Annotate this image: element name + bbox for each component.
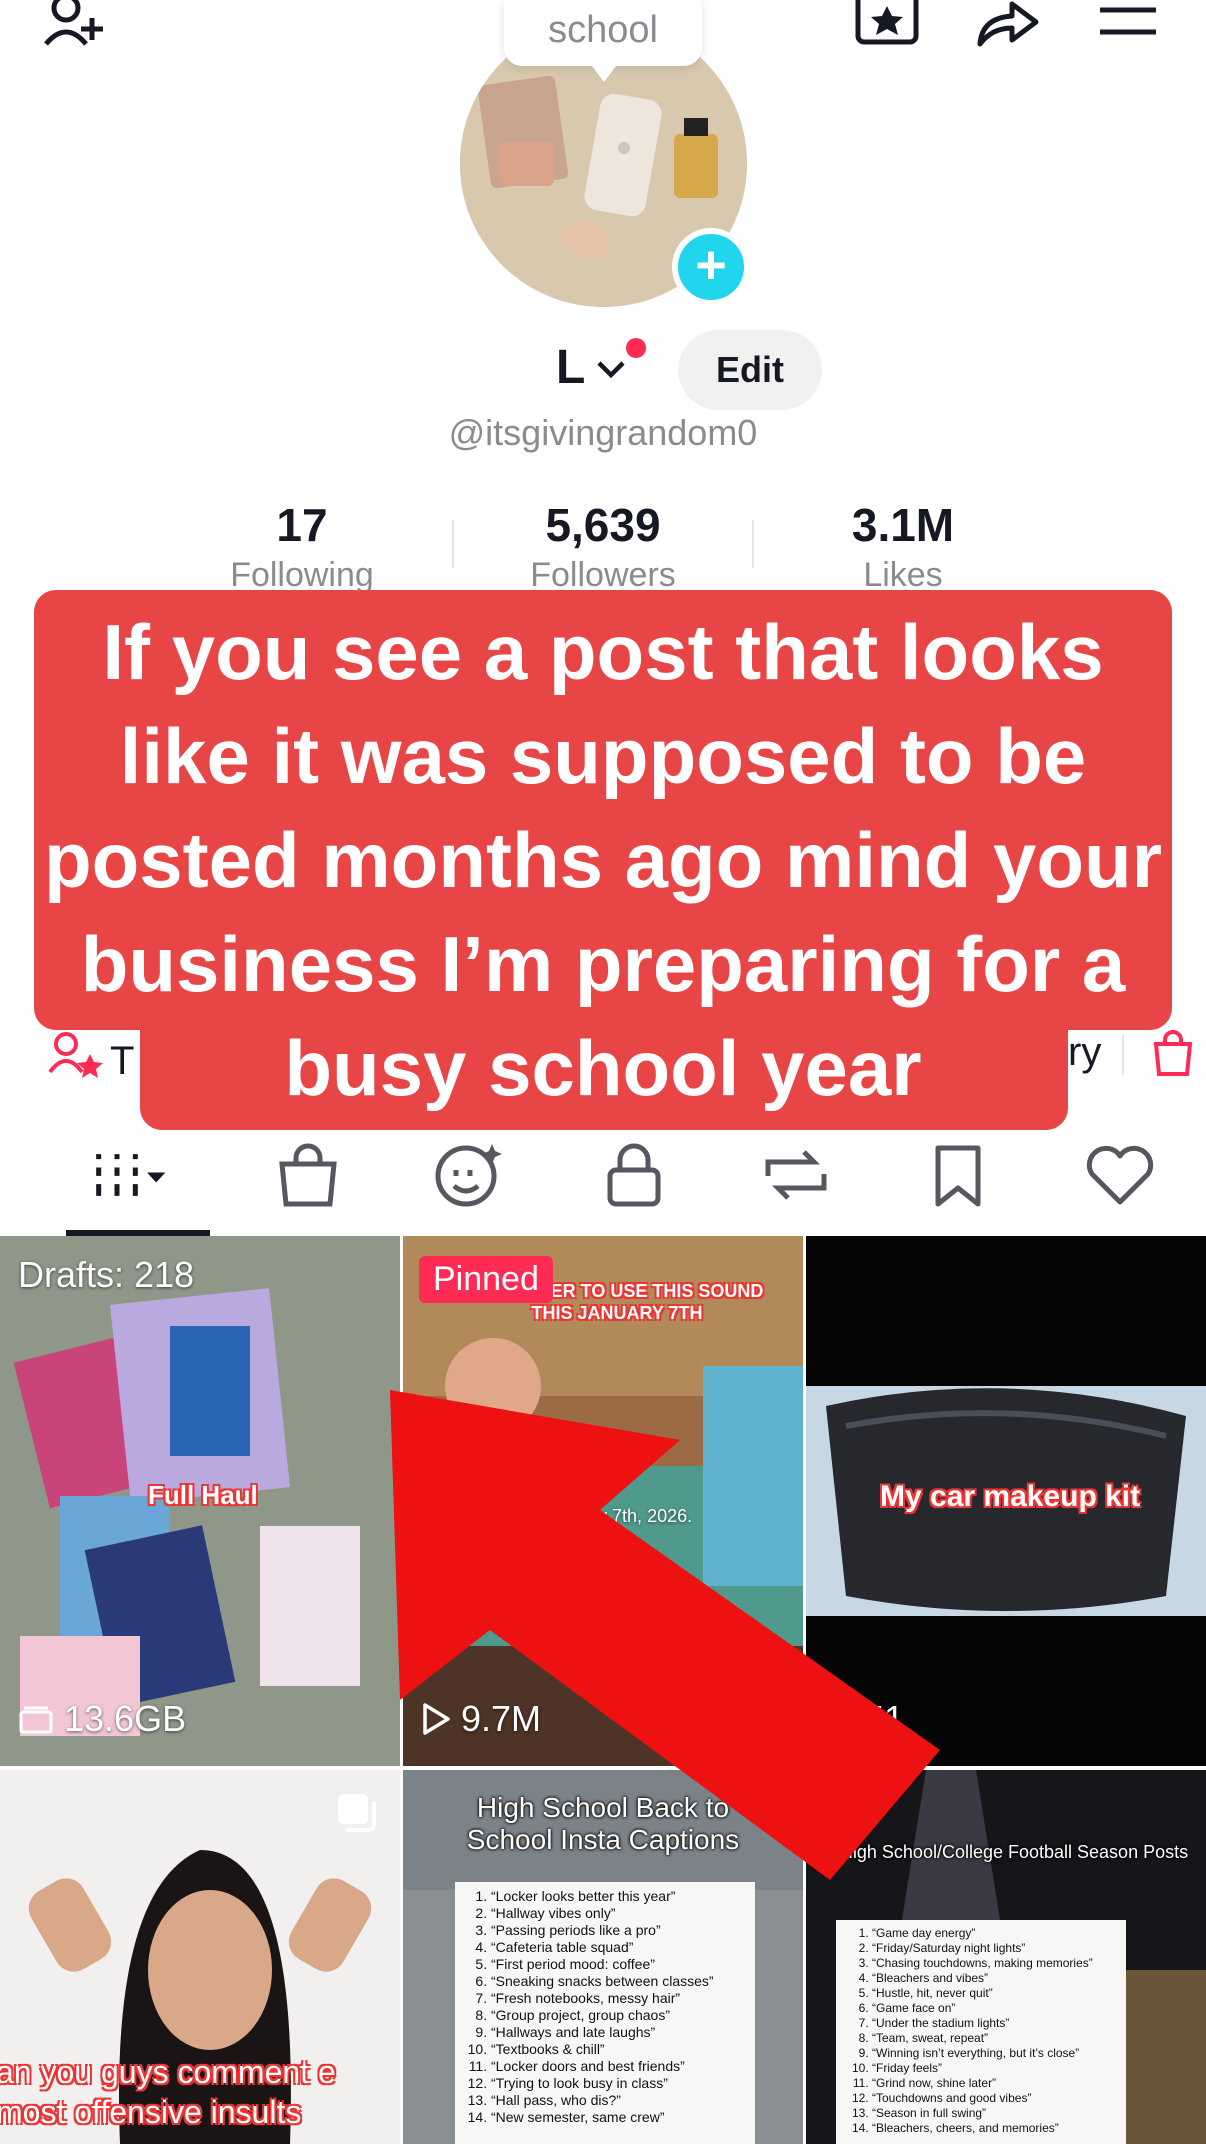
tile-count: 13.6GB [18, 1698, 186, 1740]
caption-list-item: “Group project, group chaos” [491, 2007, 745, 2024]
grid-icon [96, 1154, 166, 1196]
bookmark-icon [935, 1145, 981, 1207]
caption-list-item: “Sneaking snacks between classes” [491, 1973, 745, 1990]
caption-list-item: “Trying to look busy in class” [491, 2075, 745, 2092]
caption-list-item: “Locker doors and best friends” [491, 2058, 745, 2075]
menu-icon[interactable] [1094, 0, 1164, 50]
caption-list-item: “Hallway vibes only” [491, 1905, 745, 1922]
photo-tile-insults[interactable]: an you guys comment e most offensive ins… [0, 1770, 400, 2144]
collection-bubble[interactable]: school [504, 0, 702, 82]
stat-followers[interactable]: 5,639 Followers [453, 498, 753, 595]
username-handle: @itsgivingrandom0 [448, 412, 758, 453]
stat-likes[interactable]: 3.1M Likes [753, 498, 1053, 595]
red-arrow-overlay [390, 1390, 940, 1880]
multi-photo-icon [338, 1794, 376, 1832]
heart-icon [1086, 1145, 1154, 1205]
chevron-down-icon [597, 361, 625, 379]
caption-list-item: “Game day energy” [872, 1926, 1116, 1941]
caption-list-item: “First period mood: coffee” [491, 1956, 745, 1973]
stat-value: 5,639 [545, 499, 661, 551]
caption-list-item: “Touchdowns and good vibes” [872, 2091, 1116, 2106]
caption-list-item: “Cafeteria table squad” [491, 1939, 745, 1956]
caption-list-item: “Bleachers and vibes” [872, 1971, 1116, 1986]
tab-reposts[interactable] [756, 1140, 836, 1210]
caption-list-item: “Team, sweat, repeat” [872, 2031, 1116, 2046]
stat-value: 17 [276, 499, 328, 551]
caption-list-item: “Hustle, hit, never quit” [872, 1986, 1116, 2001]
notification-dot [626, 338, 646, 358]
tile-count-value: 13.6GB [64, 1698, 187, 1739]
tab-liked[interactable] [1080, 1140, 1160, 1210]
storage-icon [19, 1706, 53, 1734]
stat-value: 3.1M [851, 499, 955, 551]
caption-list-item: “Locker looks better this year” [491, 1888, 745, 1905]
caption-list-item: “Passing periods like a pro” [491, 1922, 745, 1939]
overlay-text: If you see a post that looks like it was… [43, 608, 1162, 1112]
drafts-count: Drafts: 218 [18, 1254, 195, 1295]
display-name: L [556, 341, 586, 394]
tab-videos[interactable] [92, 1140, 172, 1210]
share-icon[interactable] [972, 0, 1042, 50]
creator-tools-icon[interactable] [852, 0, 922, 50]
caption-list-item: “Grind now, shine later” [872, 2076, 1116, 2091]
caption-list-card: “Game day energy”“Friday/Saturday night … [836, 1920, 1126, 2144]
video-tile-drafts[interactable]: Drafts: 218 Full Haul 13.6GB [0, 1236, 400, 1766]
tab-shop[interactable] [268, 1140, 348, 1210]
tile-overlay-text: an you guys comment e most offensive ins… [0, 2054, 336, 2130]
repost-icon [765, 1150, 827, 1200]
stat-following[interactable]: 17 Following [152, 498, 452, 595]
tab-favorites[interactable] [918, 1140, 998, 1210]
tab-private[interactable] [594, 1140, 674, 1210]
caption-list-item: “Game face on” [872, 2001, 1116, 2016]
caption-list-item: “Season in full swing” [872, 2106, 1116, 2121]
caption-list-item: “Bleachers, cheers, and memories” [872, 2121, 1116, 2136]
tile-overlay-text: Full Haul [148, 1480, 258, 1510]
caption-list-item: “Chasing touchdowns, making memories” [872, 1956, 1116, 1971]
pinned-badge: Pinned [419, 1256, 553, 1303]
lock-icon [607, 1143, 661, 1207]
caption-list-item: “Hallways and late laughs” [491, 2024, 745, 2041]
bag-icon [279, 1143, 337, 1207]
caption-list-item: “New semester, same crew” [491, 2109, 745, 2126]
caption-list-card: “Locker looks better this year”“Hallway … [455, 1882, 755, 2144]
tab-ai-self[interactable] [430, 1140, 510, 1210]
caption-list-item: “Winning isn’t everything, but it’s clos… [872, 2046, 1116, 2061]
caption-list-item: “Under the stadium lights” [872, 2016, 1116, 2031]
edit-profile-button[interactable]: Edit [678, 330, 822, 410]
caption-list-item: “Hall pass, who dis?” [491, 2092, 745, 2109]
caption-list-item: “Fresh notebooks, messy hair” [491, 1990, 745, 2007]
caption-list: “Locker looks better this year”“Hallway … [465, 1888, 745, 2126]
add-friend-icon[interactable] [38, 0, 108, 50]
caption-list-item: “Textbooks & chill” [491, 2041, 745, 2058]
caption-list-item: “Friday/Saturday night lights” [872, 1941, 1116, 1956]
caption-list-item: “Friday feels” [872, 2061, 1116, 2076]
face-sparkle-icon [435, 1144, 502, 1207]
add-story-button[interactable]: + [672, 228, 750, 306]
caption-list: “Game day energy”“Friday/Saturday night … [846, 1926, 1116, 2136]
